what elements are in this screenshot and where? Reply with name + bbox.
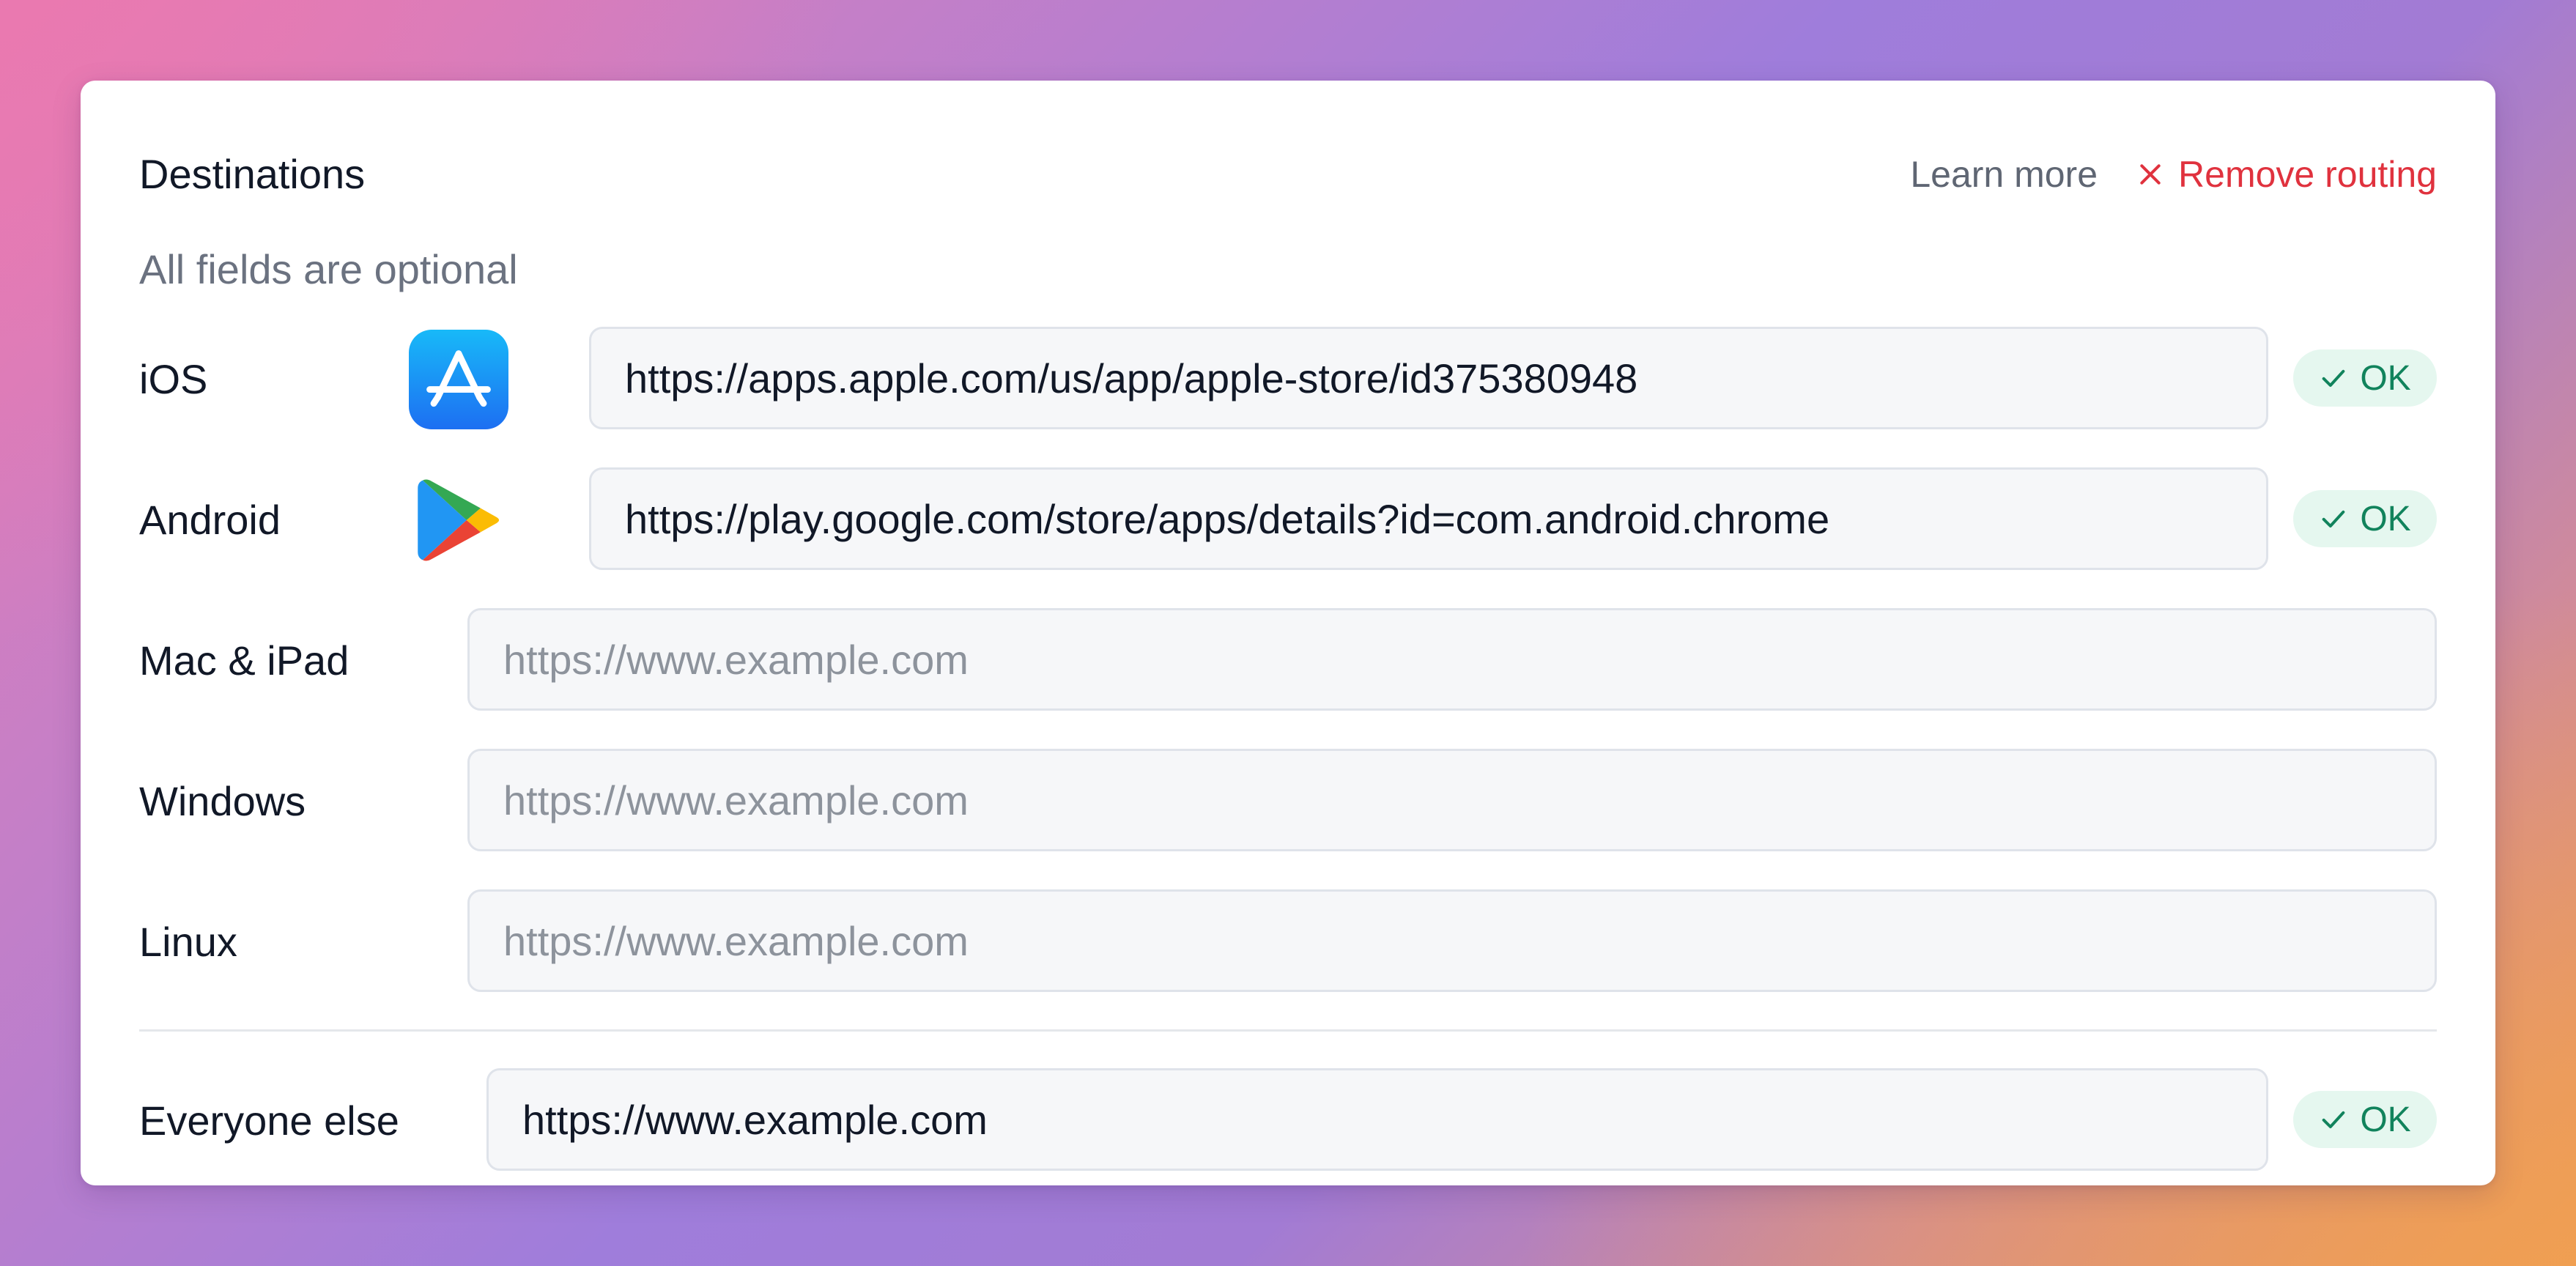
check-icon — [2322, 1111, 2345, 1128]
check-icon — [2322, 510, 2345, 528]
optional-hint: All fields are optional — [139, 246, 518, 292]
destination-row-mac-ipad: Mac & iPad — [139, 608, 2437, 714]
google-play-icon — [418, 479, 500, 561]
header-actions: Learn more Remove routing — [1910, 139, 2437, 210]
row-label: Android — [139, 497, 281, 543]
destination-row-windows: Windows — [139, 749, 2437, 854]
destination-row-android: Android OK — [139, 467, 2437, 573]
destinations-card: Destinations Learn more Remove routing A… — [81, 81, 2495, 1185]
status-badge: OK — [2293, 490, 2437, 547]
row-label: iOS — [139, 356, 208, 402]
status-text: OK — [2360, 499, 2411, 538]
section-title: Destinations — [139, 151, 366, 197]
fallback-url-input[interactable] — [486, 1068, 2268, 1171]
destination-row-linux: Linux — [139, 889, 2437, 995]
row-label: Windows — [139, 778, 306, 824]
windows-url-input[interactable] — [467, 749, 2437, 851]
learn-more-link[interactable]: Learn more — [1910, 153, 2098, 196]
app-store-icon — [409, 330, 508, 429]
remove-routing-label: Remove routing — [2178, 154, 2437, 195]
row-label: Everyone else — [139, 1097, 399, 1144]
ios-url-input[interactable] — [589, 327, 2268, 429]
divider — [139, 1029, 2437, 1032]
row-label: Linux — [139, 919, 237, 965]
destination-row-ios: iOS OK — [139, 327, 2437, 432]
status-text: OK — [2360, 1100, 2411, 1139]
status-badge: OK — [2293, 1091, 2437, 1148]
check-icon — [2322, 369, 2345, 387]
mac-ipad-url-input[interactable] — [467, 608, 2437, 711]
status-badge: OK — [2293, 349, 2437, 407]
row-label: Mac & iPad — [139, 637, 349, 684]
remove-routing-button[interactable]: Remove routing — [2136, 153, 2437, 196]
linux-url-input[interactable] — [467, 889, 2437, 992]
close-icon — [2140, 164, 2161, 185]
android-url-input[interactable] — [589, 467, 2268, 570]
status-text: OK — [2360, 358, 2411, 398]
destination-row-everyone-else: Everyone else OK — [139, 1068, 2437, 1174]
